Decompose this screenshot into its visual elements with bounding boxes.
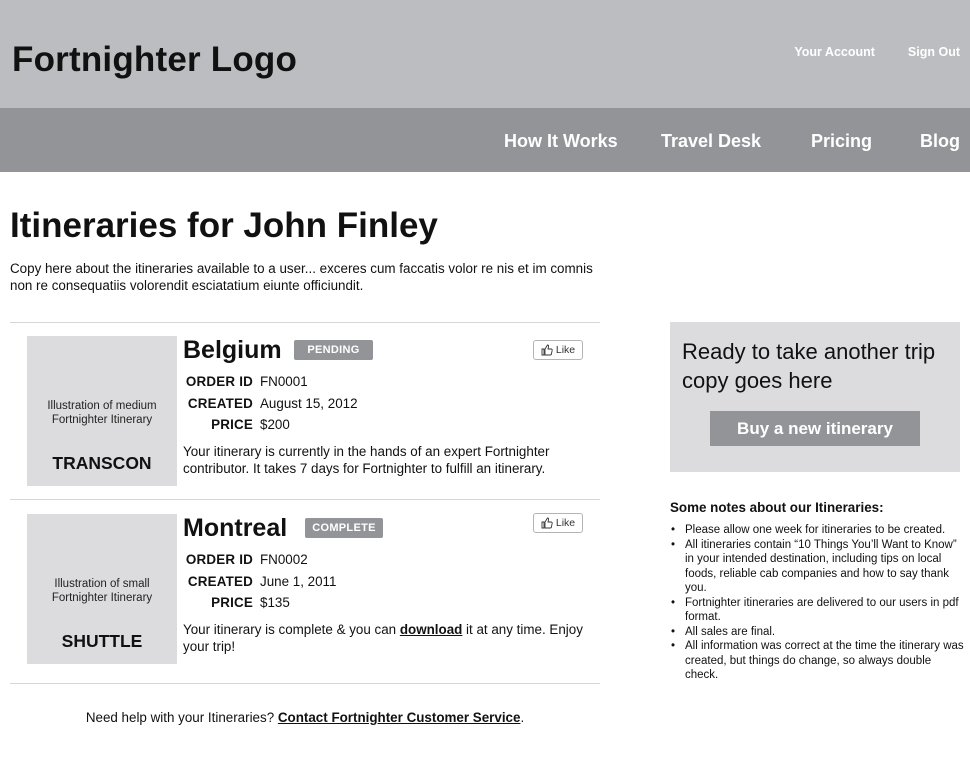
help-text: Need help with your Itineraries?: [85, 710, 278, 725]
notes-title: Some notes about our Itineraries:: [670, 500, 884, 515]
list-item: Please allow one week for itineraries to…: [670, 523, 965, 538]
itinerary-thumbnail: Illustration of small Fortnighter Itiner…: [27, 514, 177, 664]
help-text-suffix: .: [520, 710, 525, 725]
price-row: PRICE $200: [183, 416, 583, 434]
order-id-row: ORDER ID FN0002: [183, 551, 583, 569]
status-badge: PENDING: [294, 340, 373, 360]
main-nav: How It Works Travel Desk Pricing Blog: [0, 108, 970, 172]
thumbs-up-icon: [541, 344, 553, 356]
created-label: CREATED: [187, 396, 253, 411]
itinerary-card: Illustration of small Fortnighter Itiner…: [10, 513, 600, 664]
promo-copy: Ready to take another trip copy goes her…: [682, 339, 936, 393]
thumbs-up-icon: [541, 517, 553, 529]
price-value: $200: [260, 417, 290, 432]
order-id-row: ORDER ID FN0001: [183, 373, 583, 391]
like-label: Like: [555, 344, 576, 356]
thumbnail-type: TRANSCON: [52, 453, 152, 473]
your-account-link[interactable]: Your Account: [794, 45, 875, 59]
divider: [10, 499, 600, 500]
itinerary-description: Your itinerary is currently in the hands…: [183, 444, 550, 476]
buy-itinerary-button[interactable]: Buy a new itinerary: [710, 411, 920, 446]
top-header: Fortnighter Logo Your Account Sign Out: [0, 0, 970, 108]
thumbnail-type: SHUTTLE: [61, 631, 143, 651]
divider: [10, 683, 600, 684]
description-text: Your itinerary is complete & you can: [183, 622, 400, 637]
order-id-label: ORDER ID: [185, 374, 253, 389]
nav-how-it-works[interactable]: How It Works: [504, 131, 618, 152]
list-item: All sales are final.: [670, 625, 965, 640]
status-badge: COMPLETE: [305, 518, 383, 538]
site-logo[interactable]: Fortnighter Logo: [12, 40, 297, 80]
notes-list: Please allow one week for itineraries to…: [670, 523, 965, 683]
price-value: $135: [260, 595, 290, 610]
created-value: August 15, 2012: [260, 396, 358, 411]
like-button[interactable]: Like: [533, 340, 583, 360]
customer-service-link[interactable]: Contact Fortnighter Customer Service: [278, 710, 521, 725]
sign-out-link[interactable]: Sign Out: [908, 45, 960, 59]
destination-title: Belgium: [183, 336, 282, 364]
list-item: All information was correct at the time …: [670, 639, 965, 683]
page-title: Itineraries for John Finley: [10, 206, 438, 245]
created-value: June 1, 2011: [260, 574, 337, 589]
price-label: PRICE: [211, 595, 253, 610]
itinerary-card: Illustration of medium Fortnighter Itine…: [10, 336, 600, 486]
price-row: PRICE $135: [183, 594, 583, 612]
like-button[interactable]: Like: [533, 513, 583, 533]
order-id-label: ORDER ID: [185, 552, 253, 567]
thumbnail-caption: Illustration of medium Fortnighter Itine…: [47, 400, 157, 426]
nav-travel-desk[interactable]: Travel Desk: [661, 131, 761, 152]
divider: [10, 322, 600, 323]
like-label: Like: [555, 517, 576, 529]
intro-copy: Copy here about the itineraries availabl…: [10, 261, 593, 293]
order-id-value: FN0002: [260, 552, 308, 567]
help-line: Need help with your Itineraries? Contact…: [10, 710, 600, 725]
price-label: PRICE: [211, 417, 253, 432]
itinerary-thumbnail: Illustration of medium Fortnighter Itine…: [27, 336, 177, 486]
nav-pricing[interactable]: Pricing: [811, 131, 872, 152]
itinerary-description: Your itinerary is complete & you can dow…: [183, 621, 593, 655]
download-link[interactable]: download: [400, 622, 462, 637]
created-row: CREATED June 1, 2011: [183, 573, 583, 591]
nav-blog[interactable]: Blog: [920, 131, 960, 152]
account-links: Your Account Sign Out: [794, 45, 960, 59]
list-item: All itineraries contain “10 Things You’l…: [670, 538, 965, 596]
created-row: CREATED August 15, 2012: [183, 395, 583, 413]
destination-title: Montreal: [183, 514, 288, 542]
thumbnail-caption: Illustration of small Fortnighter Itiner…: [51, 578, 153, 604]
promo-panel: Ready to take another trip copy goes her…: [670, 322, 960, 472]
list-item: Fortnighter itineraries are delivered to…: [670, 596, 965, 625]
created-label: CREATED: [187, 574, 253, 589]
order-id-value: FN0001: [260, 374, 308, 389]
